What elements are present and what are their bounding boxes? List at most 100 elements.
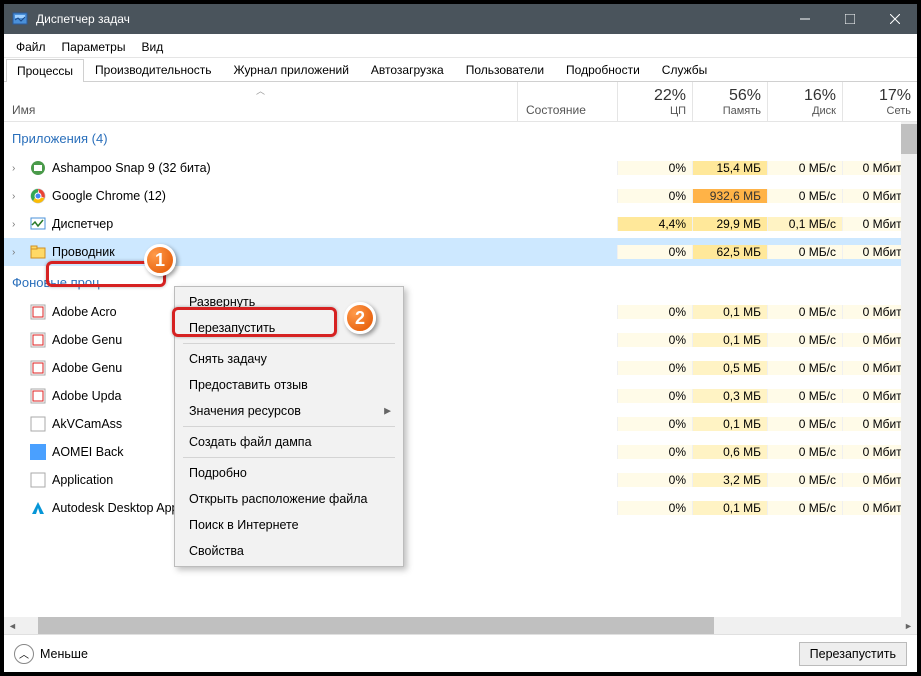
process-row[interactable]: AkVCamAss 0% 0,1 МБ 0 МБ/с 0 Мбит/с <box>4 410 917 438</box>
cpu-value: 0% <box>617 501 692 515</box>
column-state[interactable]: Состояние <box>517 82 617 121</box>
column-disk[interactable]: 16%Диск <box>767 82 842 121</box>
context-item-location[interactable]: Открыть расположение файла <box>177 486 401 512</box>
app-icon <box>30 500 46 516</box>
menu-file[interactable]: Файл <box>8 38 54 56</box>
window-title: Диспетчер задач <box>36 12 782 26</box>
vertical-scrollbar[interactable] <box>901 122 917 617</box>
disk-value: 0 МБ/с <box>767 361 842 375</box>
process-name: Проводник <box>52 245 115 259</box>
column-name[interactable]: ︿ Имя <box>4 82 517 121</box>
cpu-value: 4,4% <box>617 217 692 231</box>
tab-app-history[interactable]: Журнал приложений <box>223 58 360 81</box>
process-row[interactable]: AOMEI Back 0% 0,6 МБ 0 МБ/с 0 Мбит/с <box>4 438 917 466</box>
cpu-value: 0% <box>617 245 692 259</box>
tab-services[interactable]: Службы <box>651 58 718 81</box>
tab-performance[interactable]: Производительность <box>84 58 222 81</box>
cpu-value: 0% <box>617 361 692 375</box>
process-name: AOMEI Back <box>52 445 124 459</box>
memory-value: 0,6 МБ <box>692 445 767 459</box>
process-name: Ashampoo Snap 9 (32 бита) <box>52 161 211 175</box>
expand-icon[interactable]: › <box>12 219 24 230</box>
disk-value: 0 МБ/с <box>767 501 842 515</box>
menu-options[interactable]: Параметры <box>54 38 134 56</box>
context-item-values[interactable]: Значения ресурсов▶ <box>177 398 401 424</box>
horizontal-scrollbar[interactable]: ◄ ► <box>4 617 917 634</box>
separator <box>183 457 395 458</box>
app-icon <box>30 444 46 460</box>
disk-value: 0 МБ/с <box>767 161 842 175</box>
process-row[interactable]: ›Ashampoo Snap 9 (32 бита) 0% 15,4 МБ 0 … <box>4 154 917 182</box>
memory-value: 0,1 МБ <box>692 501 767 515</box>
annotation-badge-1: 1 <box>144 244 176 276</box>
process-row[interactable]: ›Google Chrome (12) 0% 932,6 МБ 0 МБ/с 0… <box>4 182 917 210</box>
minimize-button[interactable] <box>782 4 827 34</box>
process-name: AkVCamAss <box>52 417 122 431</box>
section-applications: Приложения (4) <box>4 122 917 154</box>
process-row[interactable]: Adobe Genu 0% 0,1 МБ 0 МБ/с 0 Мбит/с <box>4 326 917 354</box>
disk-value: 0 МБ/с <box>767 189 842 203</box>
context-item-feedback[interactable]: Предоставить отзыв <box>177 372 401 398</box>
memory-value: 0,5 МБ <box>692 361 767 375</box>
close-button[interactable] <box>872 4 917 34</box>
expand-icon[interactable]: › <box>12 247 24 258</box>
memory-value: 0,3 МБ <box>692 389 767 403</box>
process-table: ︿ Имя Состояние 22%ЦП 56%Память 16%Диск … <box>4 82 917 634</box>
disk-value: 0 МБ/с <box>767 473 842 487</box>
annotation-badge-2: 2 <box>344 302 376 334</box>
tabs: Процессы Производительность Журнал прило… <box>4 58 917 82</box>
column-memory[interactable]: 56%Память <box>692 82 767 121</box>
chevron-up-icon: ︿ <box>14 644 34 664</box>
disk-value: 0 МБ/с <box>767 389 842 403</box>
tab-details[interactable]: Подробности <box>555 58 651 81</box>
task-manager-window: Диспетчер задач Файл Параметры Вид Проце… <box>4 4 917 672</box>
annotation-box-2 <box>172 307 337 337</box>
process-name: Adobe Genu <box>52 333 122 347</box>
cpu-value: 0% <box>617 445 692 459</box>
disk-value: 0 МБ/с <box>767 305 842 319</box>
disk-value: 0 МБ/с <box>767 245 842 259</box>
process-row[interactable]: Application 0% 3,2 МБ 0 МБ/с 0 Мбит/с <box>4 466 917 494</box>
context-item-search[interactable]: Поиск в Интернете <box>177 512 401 538</box>
context-item-details[interactable]: Подробно <box>177 460 401 486</box>
process-name: Диспетчер <box>52 217 113 231</box>
maximize-button[interactable] <box>827 4 872 34</box>
chevron-right-icon: ▶ <box>384 406 391 417</box>
column-cpu[interactable]: 22%ЦП <box>617 82 692 121</box>
expand-icon[interactable]: › <box>12 163 24 174</box>
process-name: Adobe Acro <box>52 305 117 319</box>
tab-processes[interactable]: Процессы <box>6 59 84 82</box>
menubar: Файл Параметры Вид <box>4 36 917 58</box>
tab-startup[interactable]: Автозагрузка <box>360 58 455 81</box>
memory-value: 62,5 МБ <box>692 245 767 259</box>
cpu-value: 0% <box>617 333 692 347</box>
restart-button[interactable]: Перезапустить <box>799 642 907 666</box>
app-icon <box>12 11 28 27</box>
sort-indicator-icon: ︿ <box>256 84 265 97</box>
process-name: Application <box>52 473 113 487</box>
titlebar[interactable]: Диспетчер задач <box>4 4 917 34</box>
app-icon <box>30 360 46 376</box>
table-header: ︿ Имя Состояние 22%ЦП 56%Память 16%Диск … <box>4 82 917 122</box>
process-row[interactable]: Adobe Upda 0% 0,3 МБ 0 МБ/с 0 Мбит/с <box>4 382 917 410</box>
app-icon <box>30 304 46 320</box>
memory-value: 3,2 МБ <box>692 473 767 487</box>
process-row[interactable]: Adobe Acro 0% 0,1 МБ 0 МБ/с 0 Мбит/с <box>4 298 917 326</box>
separator <box>183 426 395 427</box>
menu-view[interactable]: Вид <box>133 38 171 56</box>
cpu-value: 0% <box>617 161 692 175</box>
tab-users[interactable]: Пользователи <box>455 58 555 81</box>
process-row[interactable]: Autodesk Desktop App (32 бита) 0% 0,1 МБ… <box>4 494 917 522</box>
column-network[interactable]: 17%Сеть <box>842 82 917 121</box>
process-name: Adobe Upda <box>52 389 122 403</box>
fewer-details-button[interactable]: ︿ Меньше <box>14 644 88 664</box>
process-row[interactable]: ›Диспетчер 4,4% 29,9 МБ 0,1 МБ/с 0 Мбит/… <box>4 210 917 238</box>
expand-icon[interactable]: › <box>12 191 24 202</box>
context-item-properties[interactable]: Свойства <box>177 538 401 564</box>
context-item-dump[interactable]: Создать файл дампа <box>177 429 401 455</box>
process-row[interactable]: Adobe Genu 0% 0,5 МБ 0 МБ/с 0 Мбит/с <box>4 354 917 382</box>
disk-value: 0 МБ/с <box>767 333 842 347</box>
cpu-value: 0% <box>617 473 692 487</box>
context-item-end-task[interactable]: Снять задачу <box>177 346 401 372</box>
app-icon <box>30 472 46 488</box>
